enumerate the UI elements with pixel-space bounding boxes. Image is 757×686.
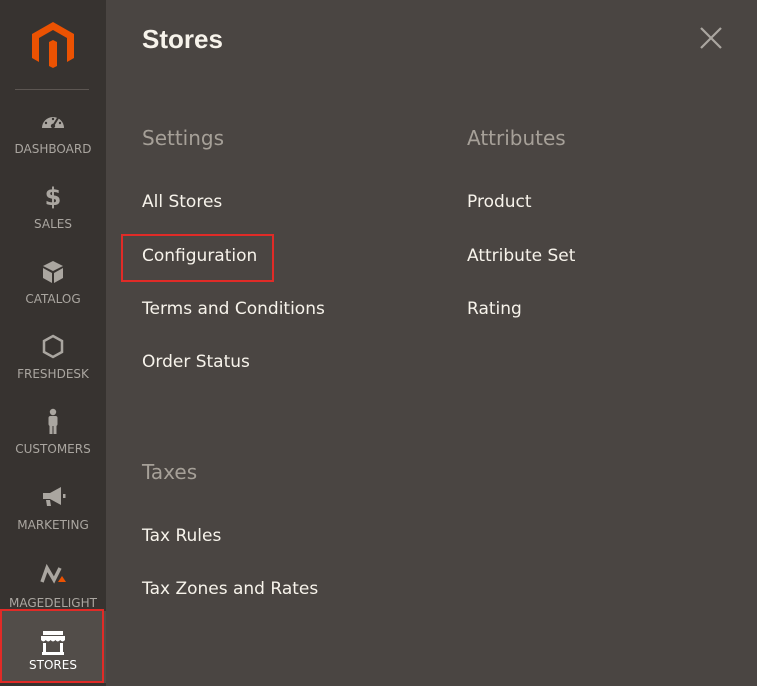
dollar-icon: $ bbox=[39, 183, 67, 211]
nav-item-sales[interactable]: $ SALES bbox=[0, 183, 106, 255]
link-order-status[interactable]: Order Status bbox=[142, 352, 250, 372]
nav-label-customers: CUSTOMERS bbox=[15, 442, 91, 456]
nav-label-catalog: CATALOG bbox=[25, 292, 81, 306]
attributes-heading: Attributes bbox=[467, 126, 566, 150]
link-configuration[interactable]: Configuration bbox=[142, 246, 257, 266]
nav-item-dashboard[interactable]: DASHBOARD bbox=[0, 108, 106, 180]
nav-label-freshdesk: FRESHDESK bbox=[17, 367, 89, 381]
nav-label-marketing: MARKETING bbox=[17, 518, 89, 532]
hexagon-icon bbox=[39, 333, 67, 361]
panel-title: Stores bbox=[142, 24, 223, 54]
svg-text:$: $ bbox=[45, 183, 62, 211]
nav-item-marketing[interactable]: MARKETING bbox=[0, 484, 106, 556]
link-attribute-set[interactable]: Attribute Set bbox=[467, 246, 575, 266]
admin-sidebar: DASHBOARD $ SALES CATALOG FRESHDESK CUST… bbox=[0, 0, 106, 686]
link-all-stores[interactable]: All Stores bbox=[142, 192, 222, 212]
nav-item-freshdesk[interactable]: FRESHDESK bbox=[0, 333, 106, 405]
nav-item-customers[interactable]: CUSTOMERS bbox=[0, 408, 106, 480]
magento-logo-icon[interactable] bbox=[30, 20, 76, 70]
link-tax-zones-and-rates[interactable]: Tax Zones and Rates bbox=[142, 579, 318, 599]
nav-label-dashboard: DASHBOARD bbox=[14, 142, 92, 156]
storefront-icon bbox=[39, 629, 67, 657]
close-icon[interactable] bbox=[697, 24, 725, 52]
settings-heading: Settings bbox=[142, 126, 225, 150]
nav-item-catalog[interactable]: CATALOG bbox=[0, 258, 106, 330]
link-tax-rules[interactable]: Tax Rules bbox=[142, 526, 221, 546]
megaphone-icon bbox=[39, 484, 67, 512]
nav-item-stores[interactable]: STORES bbox=[0, 611, 106, 683]
box-icon bbox=[39, 258, 67, 286]
nav-label-sales: SALES bbox=[34, 217, 72, 231]
logo-divider bbox=[15, 89, 89, 90]
link-product[interactable]: Product bbox=[467, 192, 532, 212]
nav-label-magedelight: MAGEDELIGHT bbox=[9, 596, 97, 610]
magedelight-icon bbox=[39, 562, 67, 590]
link-rating[interactable]: Rating bbox=[467, 299, 522, 319]
person-icon bbox=[39, 408, 67, 436]
link-terms-and-conditions[interactable]: Terms and Conditions bbox=[142, 299, 325, 319]
nav-label-stores: STORES bbox=[29, 658, 77, 672]
taxes-heading: Taxes bbox=[142, 460, 198, 484]
dashboard-icon bbox=[39, 108, 67, 136]
